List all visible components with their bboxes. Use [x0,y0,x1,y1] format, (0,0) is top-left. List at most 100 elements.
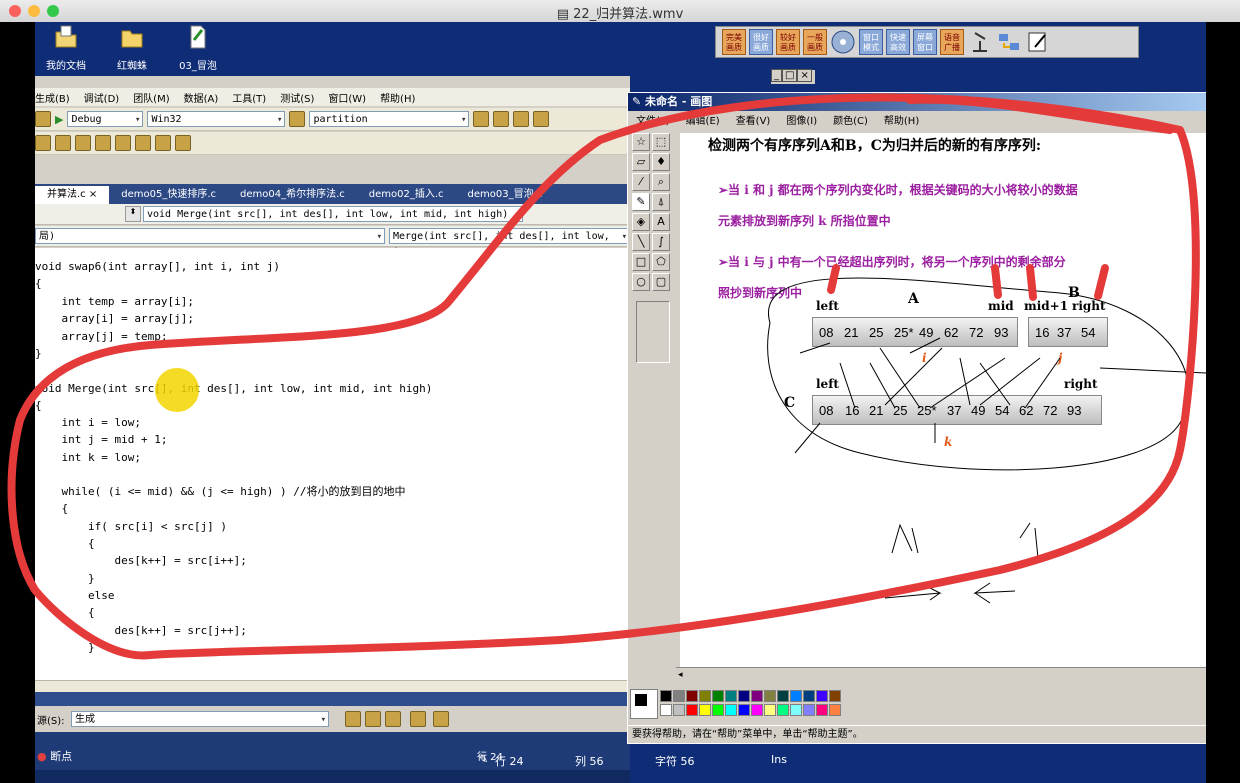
rect-select-icon[interactable]: ⬚ [652,133,670,151]
split-icon[interactable]: ⬍ [125,206,141,222]
scope-select[interactable]: 局) [35,228,385,245]
vs-minimize-button[interactable]: _ [771,69,782,82]
color-swatch[interactable] [699,704,711,716]
color-swatch[interactable] [738,690,750,702]
tab-shell-sort[interactable]: demo04_希尔排序法.c [228,186,357,204]
menu-tools[interactable]: 工具(T) [232,90,266,105]
tab-insert-sort[interactable]: demo02_插入.c [357,186,456,204]
eraser-icon[interactable]: ▱ [632,153,650,171]
color-swatch[interactable] [712,704,724,716]
color-swatch[interactable] [673,704,685,716]
next-message-icon[interactable] [365,711,381,727]
color-swatch[interactable] [764,690,776,702]
color-swatch[interactable] [816,704,828,716]
output-source-select[interactable]: 生成 [71,711,329,728]
curve-icon[interactable]: ∫ [652,233,670,251]
color-swatch[interactable] [686,704,698,716]
window-mode-button[interactable]: 窗口模式 [859,29,883,55]
fast-mode-button[interactable]: 快速高效 [886,29,910,55]
color-swatch[interactable] [660,690,672,702]
color-swatch[interactable] [816,690,828,702]
outdent-icon[interactable] [35,135,51,151]
color-picker-icon[interactable]: ⁄ [632,173,650,191]
network-icon[interactable] [996,29,1022,55]
color-swatch[interactable] [751,690,763,702]
find-icon[interactable] [289,111,306,127]
brush-icon[interactable]: ⍋ [652,193,670,211]
indent-icon[interactable] [55,135,71,151]
color-swatch[interactable] [725,704,737,716]
screen-window-button[interactable]: 屏幕窗口 [913,29,937,55]
find-in-files-icon[interactable] [473,111,490,127]
rounded-rect-icon[interactable]: ▢ [652,273,670,291]
paint-canvas[interactable]: 检测两个有序序列A和B，C为归并后的新的有序序列: ➢当 i 和 j 都在两个序… [680,133,1206,667]
platform-select[interactable]: Win32 [147,111,286,128]
desktop-icon-my-documents[interactable]: 我的文档 [35,24,101,72]
paint-menu-edit[interactable]: 编辑(E) [686,112,720,127]
tool-options-box[interactable] [636,301,670,363]
color-swatch[interactable] [751,704,763,716]
airbrush-icon[interactable]: ◈ [632,213,650,231]
tab-quick-sort[interactable]: demo05_快速排序.c [109,186,228,204]
color-swatch[interactable] [673,690,685,702]
quality-good-button[interactable]: 很好画质 [749,29,773,55]
desktop-icon-red-spider[interactable]: 红蜘蛛 [97,24,167,72]
vs-close-button[interactable]: × [797,69,812,82]
color-swatch[interactable] [829,704,841,716]
member-select[interactable]: Merge(int src[], int des[], int low, int [389,228,630,258]
tab-bubble-sort[interactable]: demo03_冒泡.c [456,186,555,204]
color-swatch[interactable] [803,704,815,716]
word-wrap-icon[interactable] [433,711,449,727]
menu-team[interactable]: 团队(M) [133,90,169,105]
color-swatch[interactable] [725,690,737,702]
current-colors[interactable] [630,689,658,719]
color-swatch[interactable] [777,690,789,702]
paint-horizontal-scrollbar[interactable]: ◂ [676,667,1206,684]
color-swatch[interactable] [699,690,711,702]
pencil-icon[interactable]: ✎ [632,193,650,211]
voice-broadcast-button[interactable]: 语音广播 [940,29,964,55]
solution-explorer-icon[interactable] [493,111,510,127]
color-swatch[interactable] [790,690,802,702]
text-icon[interactable]: A [652,213,670,231]
fill-icon[interactable]: ♦ [652,153,670,171]
rectangle-icon[interactable]: □ [632,253,650,271]
config-select[interactable]: Debug [67,111,144,128]
paint-menu-file[interactable]: 文件(F) [636,112,670,127]
vs-restore-button[interactable]: □ [782,69,798,82]
next-bookmark-icon[interactable] [155,135,171,151]
line-icon[interactable]: ╲ [632,233,650,251]
ellipse-icon[interactable]: ○ [632,273,650,291]
menu-window[interactable]: 窗口(W) [328,90,366,105]
function-select[interactable]: void Merge(int src[], int des[], int low… [143,206,523,223]
clear-bookmarks-icon[interactable] [175,135,191,151]
paint-menu-colors[interactable]: 颜色(C) [833,112,868,127]
free-select-icon[interactable]: ☆ [632,133,650,151]
toolbox-icon[interactable] [533,111,550,127]
color-swatch[interactable] [686,690,698,702]
menu-build[interactable]: 生成(B) [35,90,70,105]
tab-merge-sort[interactable]: 并算法.c × [35,186,110,204]
menu-test[interactable]: 测试(S) [280,90,314,105]
quality-fine-button[interactable]: 较好画质 [776,29,800,55]
disc-icon[interactable] [830,29,856,55]
code-editor[interactable]: void swap6(int array[], int i, int j) { … [35,248,630,680]
paint-menu-help[interactable]: 帮助(H) [884,112,919,127]
lamp-icon[interactable] [967,29,993,55]
bookmark-icon[interactable] [115,135,131,151]
color-swatch[interactable] [829,690,841,702]
menu-help[interactable]: 帮助(H) [380,90,415,105]
desktop-icon-bubble-sort[interactable]: 03_冒泡 [163,24,233,72]
paint-menu-image[interactable]: 图像(I) [786,112,817,127]
quality-normal-button[interactable]: 一般画质 [803,29,827,55]
previous-bookmark-icon[interactable] [135,135,151,151]
scroll-left-icon[interactable]: ◂ [678,670,683,680]
color-swatch[interactable] [660,704,672,716]
polygon-icon[interactable]: ⬠ [652,253,670,271]
color-swatch[interactable] [777,704,789,716]
paint-menu-view[interactable]: 查看(V) [736,112,771,127]
properties-icon[interactable] [513,111,530,127]
previous-message-icon[interactable] [385,711,401,727]
color-swatch[interactable] [803,690,815,702]
edit-document-icon[interactable] [1025,29,1051,55]
